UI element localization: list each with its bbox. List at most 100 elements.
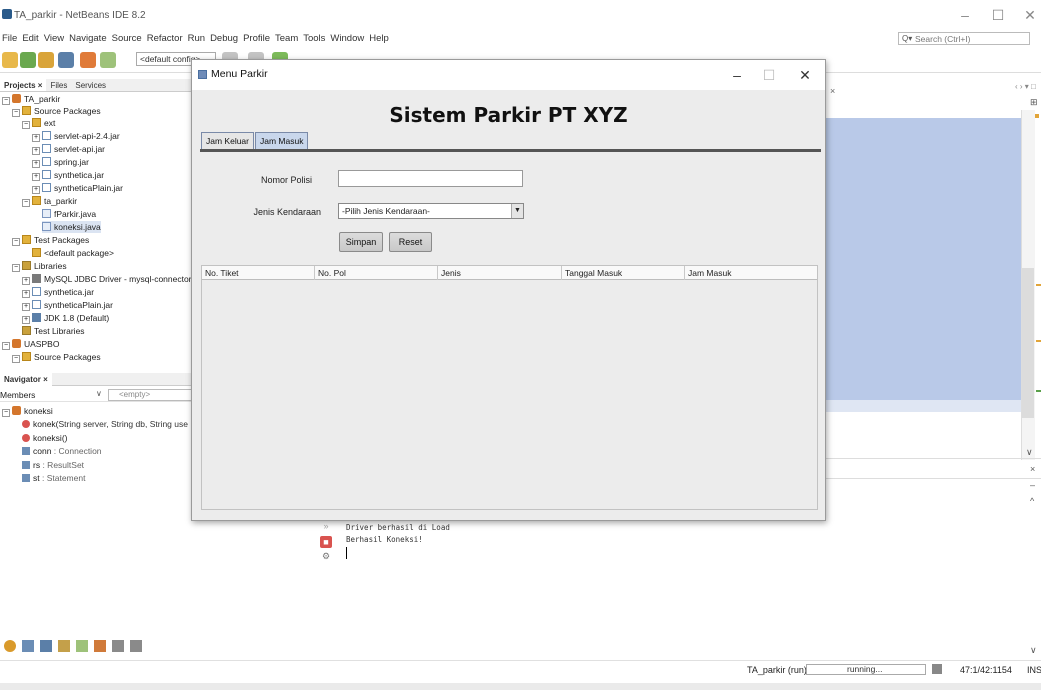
chevron-down-icon[interactable]: ▼ [511,204,523,218]
menu-team[interactable]: Team [275,31,298,47]
status-running-project[interactable]: TA_parkir (run) [747,665,807,675]
simpan-button[interactable]: Simpan [339,232,383,252]
tree-item-library[interactable]: + synthetica.jar [22,286,94,298]
sort-name-icon[interactable] [112,640,124,652]
collapse-icon[interactable]: − [12,355,20,363]
tab-jam-keluar[interactable]: Jam Keluar [201,132,254,150]
ide-close-button[interactable]: ✕ [1015,6,1041,24]
undo-icon[interactable] [80,52,96,68]
tab-files[interactable]: Files [46,79,71,91]
collapse-icon[interactable]: − [12,238,20,246]
tree-item-source-packages[interactable]: − Source Packages [12,105,101,117]
ide-search-input[interactable]: Search (Ctrl+I) [898,32,1030,45]
column-header-no-tiket[interactable]: No. Tiket [202,266,315,280]
navigator-member[interactable]: koneksi() [22,432,67,444]
navigator-member[interactable]: st : Statement [22,472,85,484]
rerun-icon[interactable]: » [320,520,332,532]
tree-item-jar[interactable]: + servlet-api.jar [32,143,105,155]
navigator-class-item[interactable]: − koneksi [2,405,53,417]
tree-item-test-libraries[interactable]: Test Libraries [22,325,85,337]
collapse-icon[interactable]: − [22,121,30,129]
tree-item-libraries[interactable]: − Libraries [12,260,67,272]
tree-item-project[interactable]: − TA_parkir [2,93,60,105]
jenis-kendaraan-select[interactable]: -Pilih Jenis Kendaraan- ▼ [338,203,524,219]
navigator-member[interactable]: konek(String server, String db, String u… [22,418,188,430]
settings-icon[interactable]: ⚙ [320,550,332,562]
menu-profile[interactable]: Profile [243,31,270,47]
menu-file[interactable]: File [2,31,17,47]
minimize-panel-icon[interactable]: – [1030,480,1035,490]
menu-navigate[interactable]: Navigate [69,31,107,47]
filter-inherited-icon[interactable] [4,640,16,652]
tree-item-jar[interactable]: + spring.jar [32,156,89,168]
tree-item-jar[interactable]: + synthetica.jar [32,169,104,181]
parkir-table[interactable]: No. Tiket No. Pol Jenis Tanggal Masuk Ja… [201,265,818,510]
editor-selection-area[interactable] [825,118,1021,410]
tree-item-library[interactable]: + JDK 1.8 (Default) [22,312,109,324]
menu-debug[interactable]: Debug [210,31,238,47]
new-file-icon[interactable] [2,52,18,68]
expand-icon[interactable]: + [32,173,40,181]
collapse-icon[interactable]: − [2,97,10,105]
tab-jam-masuk[interactable]: Jam Masuk [255,132,309,150]
filter-java-icon[interactable] [94,640,106,652]
split-icon[interactable]: ⊞ [1030,97,1038,108]
warning-marker[interactable] [1036,340,1041,342]
memory-icon[interactable] [932,664,942,674]
menu-source[interactable]: Source [112,31,142,47]
save-all-icon[interactable] [58,52,74,68]
ide-minimize-button[interactable]: – [950,6,980,24]
filter-fields-icon[interactable] [22,640,34,652]
nomor-polisi-input[interactable] [338,170,523,187]
reset-button[interactable]: Reset [389,232,432,252]
menu-window[interactable]: Window [330,31,364,47]
tab-projects[interactable]: Projects × [0,79,47,91]
redo-icon[interactable] [100,52,116,68]
tree-item-jar[interactable]: + syntheticaPlain.jar [32,182,123,194]
dialog-close-button[interactable]: ✕ [790,65,820,85]
output-console[interactable]: Driver berhasil di Load Berhasil Koneksi! [346,522,450,546]
collapse-icon[interactable]: − [2,409,10,417]
chevron-up-icon[interactable]: ^ [1030,496,1034,506]
expand-icon[interactable]: + [32,134,40,142]
menu-edit[interactable]: Edit [22,31,38,47]
sort-source-icon[interactable] [130,640,142,652]
tree-item-package[interactable]: <default package> [32,247,114,259]
expand-icon[interactable]: + [32,186,40,194]
collapse-icon[interactable]: − [12,109,20,117]
menu-view[interactable]: View [44,31,64,47]
expand-icon[interactable]: + [22,303,30,311]
chevron-down-icon[interactable]: ∨ [96,389,102,398]
expand-icon[interactable]: + [32,147,40,155]
filter-nonpublic-icon[interactable] [58,640,70,652]
close-icon[interactable]: × [1030,464,1035,474]
column-header-no-pol[interactable]: No. Pol [315,266,438,280]
editor-tab-nav-icon[interactable]: ‹ › ▾ □ [1015,82,1036,91]
collapse-icon[interactable]: − [12,264,20,272]
expand-icon[interactable]: + [22,316,30,324]
tree-item-package[interactable]: − ext [22,117,55,129]
warning-marker[interactable] [1036,284,1041,286]
menu-refactor[interactable]: Refactor [147,31,183,47]
column-header-tanggal-masuk[interactable]: Tanggal Masuk [562,266,685,280]
ide-maximize-button[interactable]: ☐ [983,6,1013,24]
status-progress-bar[interactable]: running... [806,664,926,675]
change-marker[interactable] [1036,390,1041,392]
filter-static-icon[interactable] [40,640,52,652]
members-filter-select[interactable]: <empty> [108,389,194,401]
tree-item-source-packages[interactable]: − Source Packages [12,351,101,363]
tree-item-java-file[interactable]: fParkir.java [42,208,96,220]
column-header-jenis[interactable]: Jenis [438,266,562,280]
tab-navigator[interactable]: Navigator × [0,373,52,386]
editor-scrollbar-thumb[interactable] [1022,268,1034,418]
filter-local-icon[interactable] [76,640,88,652]
tree-item-java-file-selected[interactable]: koneksi.java [42,221,101,233]
collapse-icon[interactable]: − [22,199,30,207]
open-project-icon[interactable] [38,52,54,68]
tab-services[interactable]: Services [71,79,110,91]
tree-item-package[interactable]: − ta_parkir [22,195,77,207]
chevron-down-icon[interactable]: ∨ [1026,447,1033,458]
editor-tab-close-icon[interactable]: × [830,86,835,96]
navigator-member[interactable]: rs : ResultSet [22,459,84,471]
column-header-jam-masuk[interactable]: Jam Masuk [685,266,817,280]
